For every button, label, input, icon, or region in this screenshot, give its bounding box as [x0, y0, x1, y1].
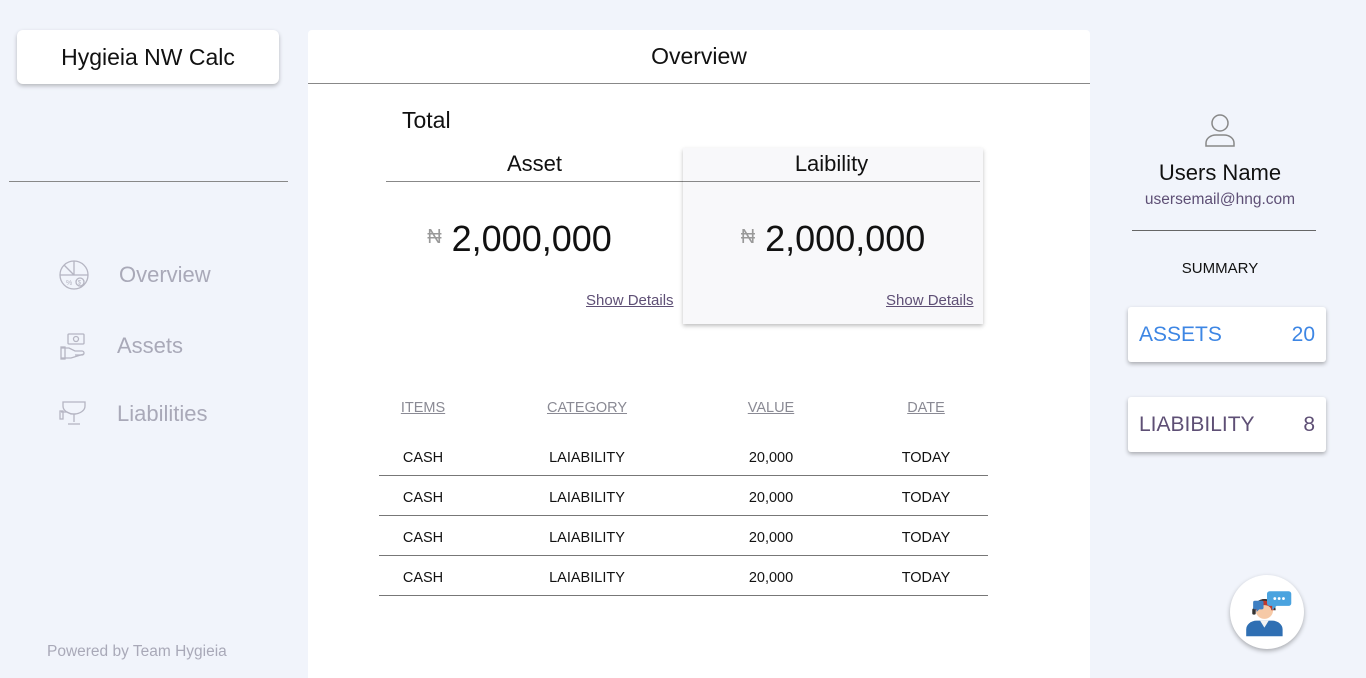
- column-header-category[interactable]: CATEGORY: [547, 400, 627, 416]
- asset-total-card: Asset ₦ 2,000,000: [386, 148, 683, 260]
- cell-date: TODAY: [901, 490, 951, 506]
- summary-liability-label: LIABIBILITY: [1139, 412, 1255, 436]
- liability-amount: 2,000,000: [765, 218, 926, 259]
- summary-assets-label: ASSETS: [1139, 322, 1222, 346]
- svg-text:%: %: [66, 280, 72, 287]
- liability-show-details-link[interactable]: Show Details: [886, 292, 974, 309]
- app-logo[interactable]: Hygieia NW Calc: [17, 30, 279, 84]
- table-row: CASH LAIABILITY 20,000 TODAY: [379, 556, 988, 596]
- cell-value: 20,000: [748, 450, 794, 466]
- support-agent-icon: [1246, 591, 1292, 637]
- cell-category: LAIABILITY: [549, 450, 625, 466]
- cell-date: TODAY: [901, 450, 951, 466]
- support-chat-button[interactable]: [1230, 575, 1304, 649]
- cell-value: 20,000: [748, 530, 794, 546]
- items-table: ITEMS CATEGORY VALUE DATE CASH LAIABILIT…: [379, 398, 988, 596]
- user-icon[interactable]: [1203, 112, 1237, 148]
- summary-liability-count: 8: [1303, 412, 1315, 436]
- cell-date: TODAY: [901, 530, 951, 546]
- powered-by-text: Powered by Team Hygieia: [47, 643, 227, 660]
- summary-assets-card[interactable]: ASSETS 20: [1128, 307, 1326, 362]
- main-panel: Overview Total Asset ₦ 2,000,000 Show De…: [308, 30, 1090, 678]
- sidebar-item-liabilities[interactable]: Liabilities: [57, 397, 208, 431]
- table-row: CASH LAIABILITY 20,000 TODAY: [379, 476, 988, 516]
- currency-symbol: ₦: [740, 226, 756, 248]
- sidebar-item-label: Assets: [117, 333, 184, 358]
- asset-title: Asset: [386, 148, 683, 182]
- cell-item: CASH: [402, 570, 444, 586]
- cell-item: CASH: [402, 450, 444, 466]
- assets-icon: [57, 329, 91, 363]
- overview-icon: $ %: [57, 258, 91, 292]
- sidebar-item-overview[interactable]: $ % Overview: [57, 258, 211, 292]
- page-title: Overview: [308, 30, 1090, 84]
- liability-amount-row: ₦ 2,000,000: [683, 218, 983, 260]
- column-header-date[interactable]: DATE: [907, 400, 945, 416]
- cell-date: TODAY: [901, 570, 951, 586]
- user-name: Users Name: [1158, 160, 1282, 185]
- currency-symbol: ₦: [427, 226, 442, 248]
- cell-item: CASH: [402, 530, 444, 546]
- cell-category: LAIABILITY: [549, 490, 625, 506]
- cell-value: 20,000: [748, 570, 794, 586]
- profile-divider: [1132, 230, 1316, 231]
- cell-item: CASH: [402, 490, 444, 506]
- table-header: ITEMS CATEGORY VALUE DATE: [379, 398, 988, 436]
- asset-show-details-link[interactable]: Show Details: [586, 292, 674, 309]
- table-row: CASH LAIABILITY 20,000 TODAY: [379, 516, 988, 556]
- user-email: usersemail@hng.com: [1144, 191, 1296, 208]
- sidebar-item-label: Liabilities: [117, 401, 208, 426]
- cell-value: 20,000: [748, 490, 794, 506]
- liability-title: Laibility: [683, 148, 980, 182]
- column-header-value[interactable]: VALUE: [748, 400, 794, 416]
- summary-assets-count: 20: [1291, 322, 1315, 346]
- liabilities-icon: [57, 397, 91, 431]
- column-header-items[interactable]: ITEMS: [401, 400, 445, 416]
- sidebar-item-label: Overview: [119, 262, 211, 287]
- summary-heading: SUMMARY: [1181, 260, 1259, 277]
- asset-amount: 2,000,000: [451, 218, 612, 259]
- asset-amount-row: ₦ 2,000,000: [386, 218, 653, 260]
- total-label: Total: [402, 107, 451, 133]
- sidebar-divider: [9, 181, 288, 182]
- sidebar-item-assets[interactable]: Assets: [57, 329, 183, 363]
- summary-liability-card[interactable]: LIABIBILITY 8: [1128, 397, 1326, 452]
- cell-category: LAIABILITY: [549, 570, 625, 586]
- table-row: CASH LAIABILITY 20,000 TODAY: [379, 436, 988, 476]
- cell-category: LAIABILITY: [549, 530, 625, 546]
